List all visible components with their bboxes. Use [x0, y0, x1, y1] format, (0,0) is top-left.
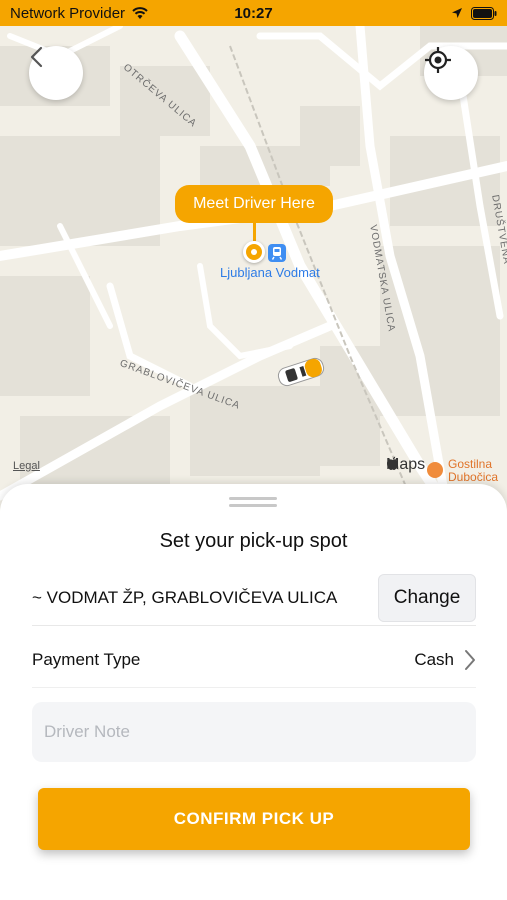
status-bar: Network Provider 10:27 — [0, 0, 507, 26]
restaurant-icon — [427, 462, 443, 478]
wifi-icon — [132, 7, 148, 19]
carrier-label: Network Provider — [10, 4, 126, 22]
change-button[interactable]: Change — [378, 573, 476, 622]
battery-icon — [471, 6, 497, 20]
pickup-pin-center — [251, 249, 257, 255]
poi-label: Gostilna Dubočica — [448, 457, 499, 484]
payment-type-row[interactable]: Payment Type Cash — [32, 632, 476, 688]
driver-note-input[interactable] — [32, 702, 476, 762]
confirm-pickup-button[interactable]: CONFIRM PICK UP — [38, 788, 470, 850]
sheet-grabber[interactable] — [229, 497, 277, 500]
pickup-pin-stem — [253, 223, 256, 241]
status-right — [451, 6, 497, 20]
sheet-grabber-line — [229, 504, 277, 507]
payment-value-group: Cash — [414, 649, 476, 671]
chevron-left-icon — [30, 46, 43, 68]
pickup-pin-label: Meet Driver Here — [175, 185, 333, 223]
legal-link[interactable]: Legal — [13, 460, 40, 472]
payment-type-label: Payment Type — [32, 649, 141, 669]
crosshair-icon — [425, 47, 451, 73]
status-left: Network Provider — [10, 5, 149, 22]
apple-maps-logo: Maps — [386, 456, 425, 474]
locate-me-button[interactable] — [424, 46, 478, 100]
station-label: Ljubljana Vodmat — [220, 265, 320, 280]
pickup-address: ~ VODMAT ŽP, GRABLOVIČEVA ULICA — [32, 587, 338, 607]
train-station-icon — [268, 244, 286, 262]
pickup-address-row: ~ VODMAT ŽP, GRABLOVIČEVA ULICA Change — [32, 570, 476, 626]
chevron-right-icon — [465, 649, 475, 670]
apple-logo-icon — [387, 456, 398, 470]
location-arrow-icon — [452, 8, 462, 18]
payment-value: Cash — [414, 649, 454, 669]
back-button[interactable] — [29, 46, 83, 100]
taxi-car-icon — [277, 357, 325, 387]
sheet-title: Set your pick-up spot — [159, 530, 348, 552]
map-view[interactable]: OTRČEVA ULICA VODMATSKA ULICA DRUŠTVENA … — [0, 26, 507, 526]
